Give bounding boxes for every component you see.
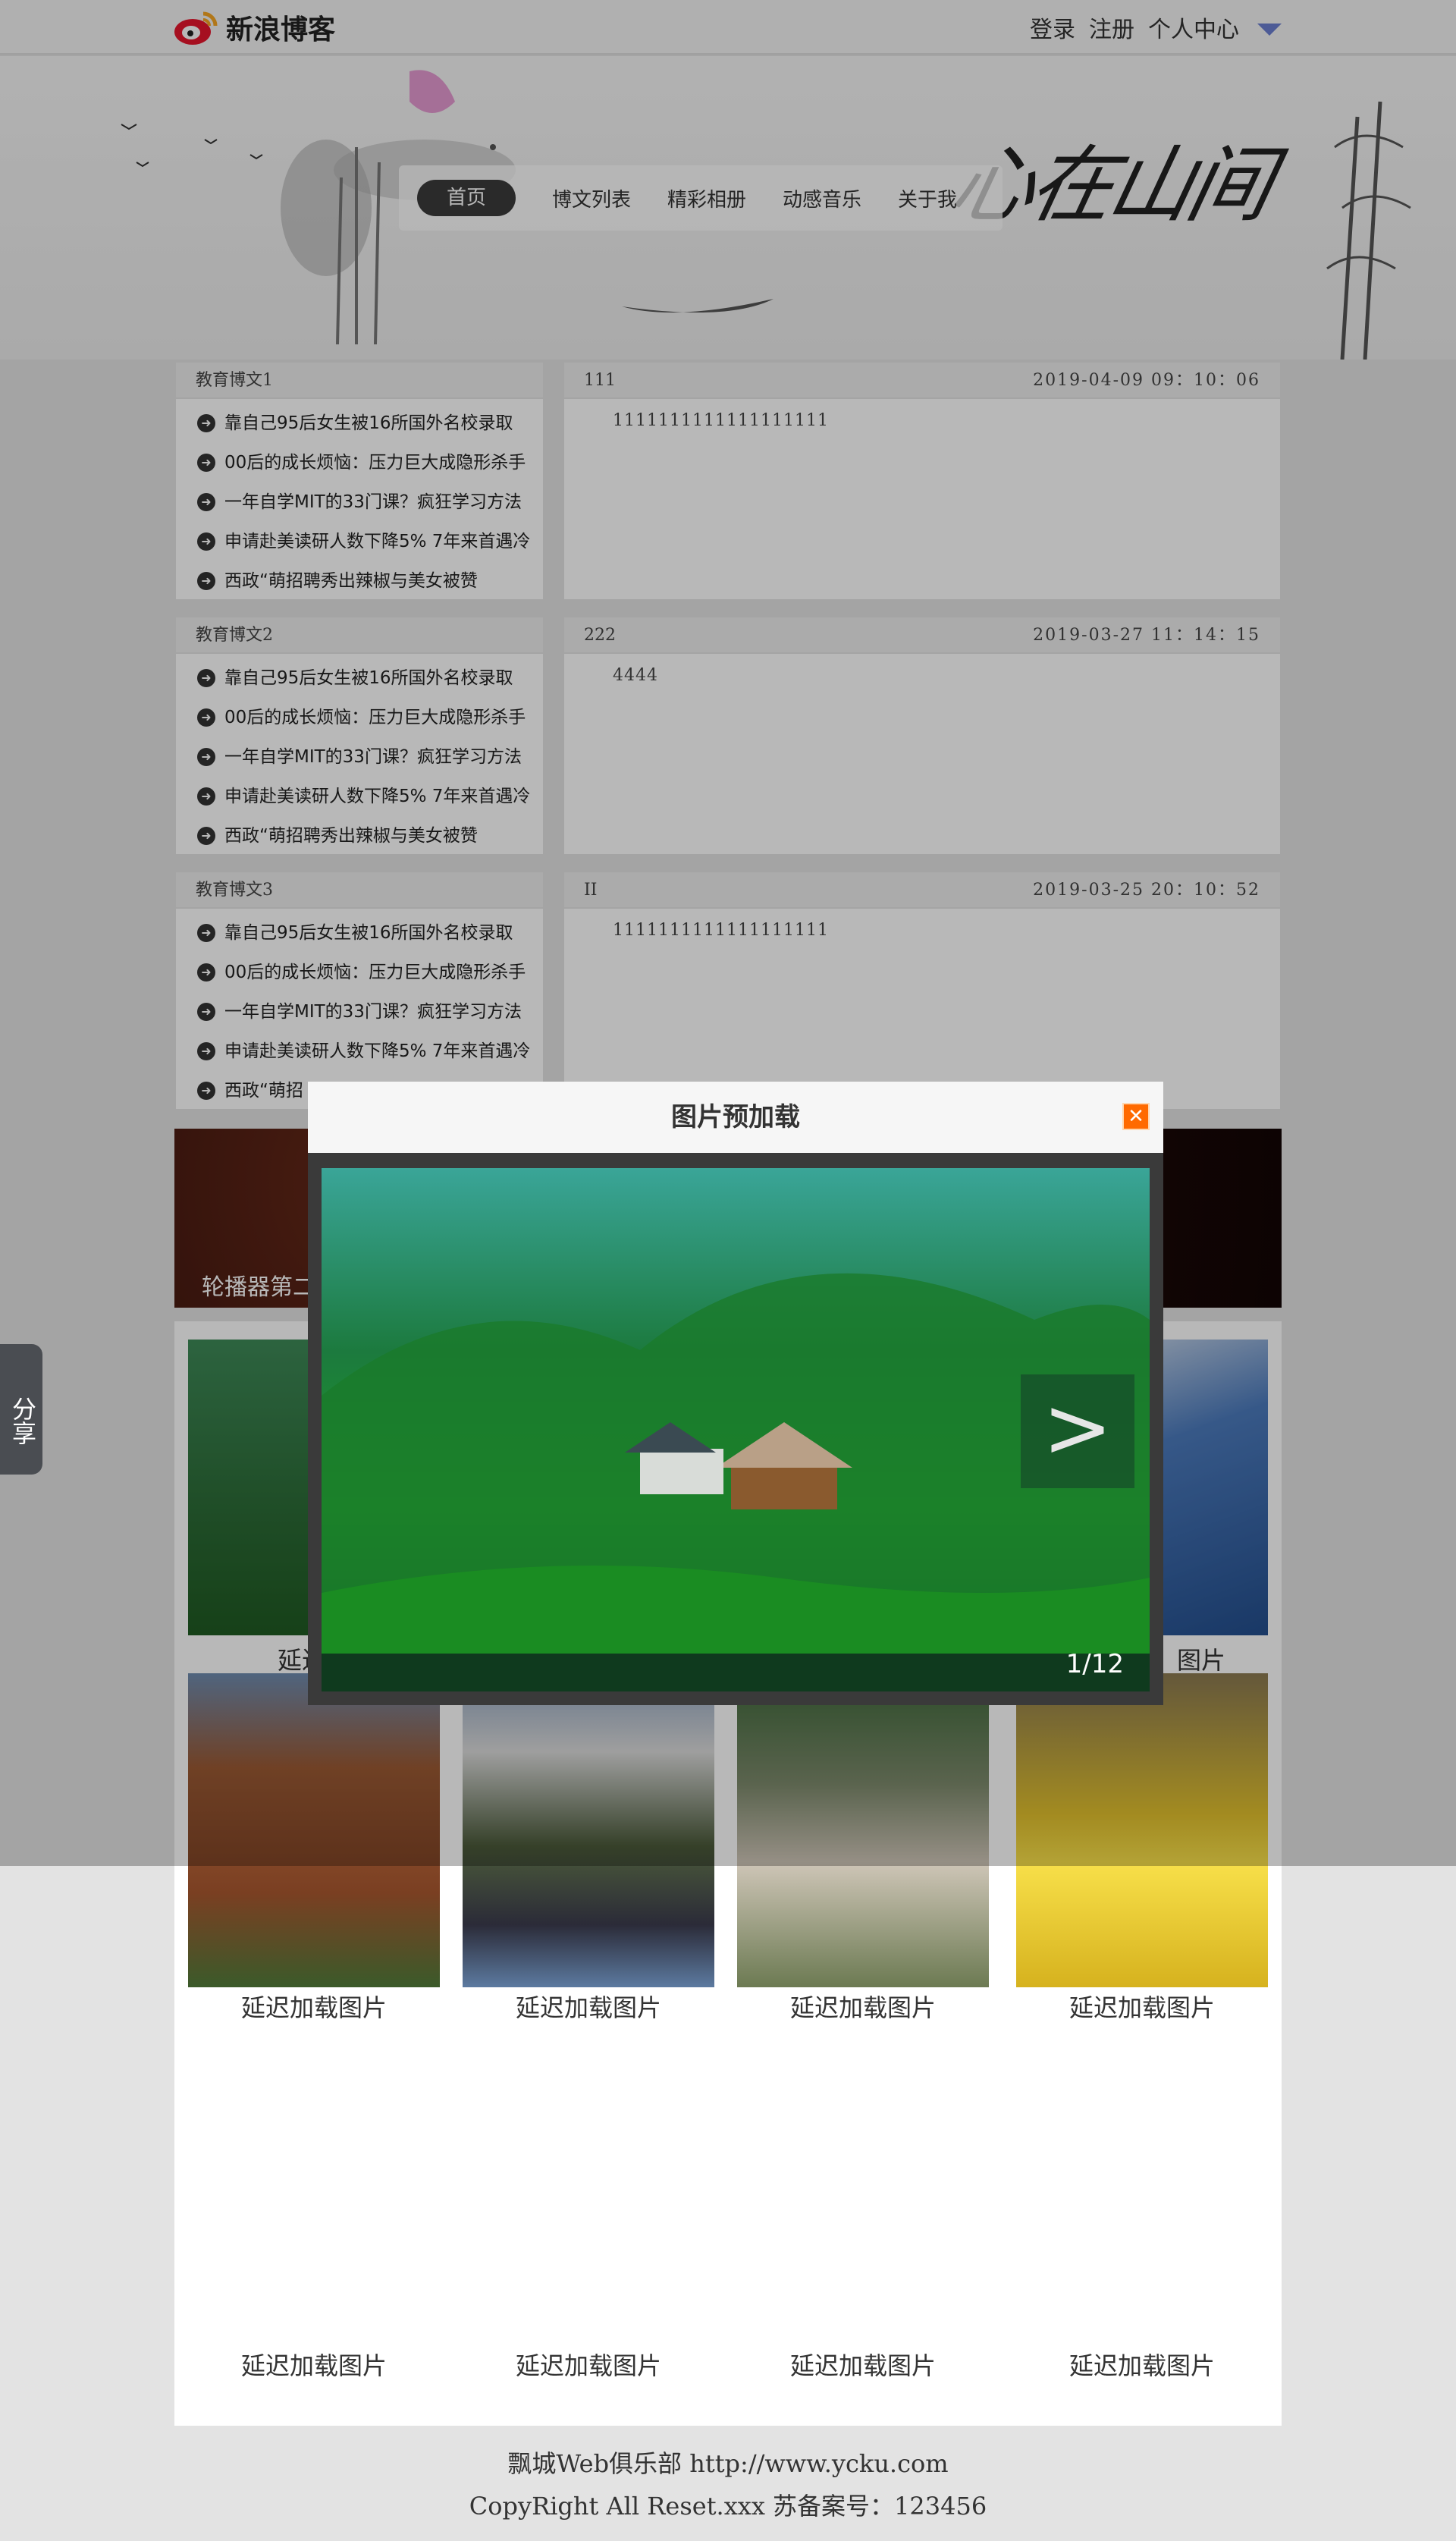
footer-club-line: 飘城Web俱乐部 http://www.ycku.com	[507, 2449, 949, 2478]
gallery-caption: 延迟加载图片	[515, 1993, 661, 2022]
gallery-caption: 延迟加载图片	[1068, 2351, 1215, 2380]
gallery-caption: 延迟加载图片	[240, 2351, 387, 2380]
dialog-title: 图片预加载	[671, 1102, 800, 1132]
close-icon[interactable]: ✕	[1122, 1103, 1150, 1130]
preview-image: > 1/12	[322, 1168, 1150, 1691]
gallery-caption: 延迟加载图片	[240, 1993, 387, 2022]
dialog-header: 图片预加载 ✕	[308, 1082, 1163, 1153]
footer-copyright: CopyRight All Reset.xxx 苏备案号：123456	[469, 2492, 987, 2521]
gallery-caption: 延迟加载图片	[515, 2351, 661, 2380]
image-counter: 1/12	[1065, 1649, 1124, 1679]
gallery-caption: 延迟加载图片	[1068, 1993, 1215, 2022]
next-image-button[interactable]: >	[1021, 1374, 1134, 1488]
gallery-caption: 延迟加载图片	[789, 2351, 936, 2380]
image-preload-dialog: 图片预加载 ✕ > 1/12	[308, 1082, 1163, 1705]
footer: 飘城Web俱乐部 http://www.ycku.com CopyRight A…	[0, 2442, 1456, 2527]
gallery-caption: 延迟加载图片	[789, 1993, 936, 2022]
share-tab[interactable]: 分享	[0, 1344, 42, 1475]
